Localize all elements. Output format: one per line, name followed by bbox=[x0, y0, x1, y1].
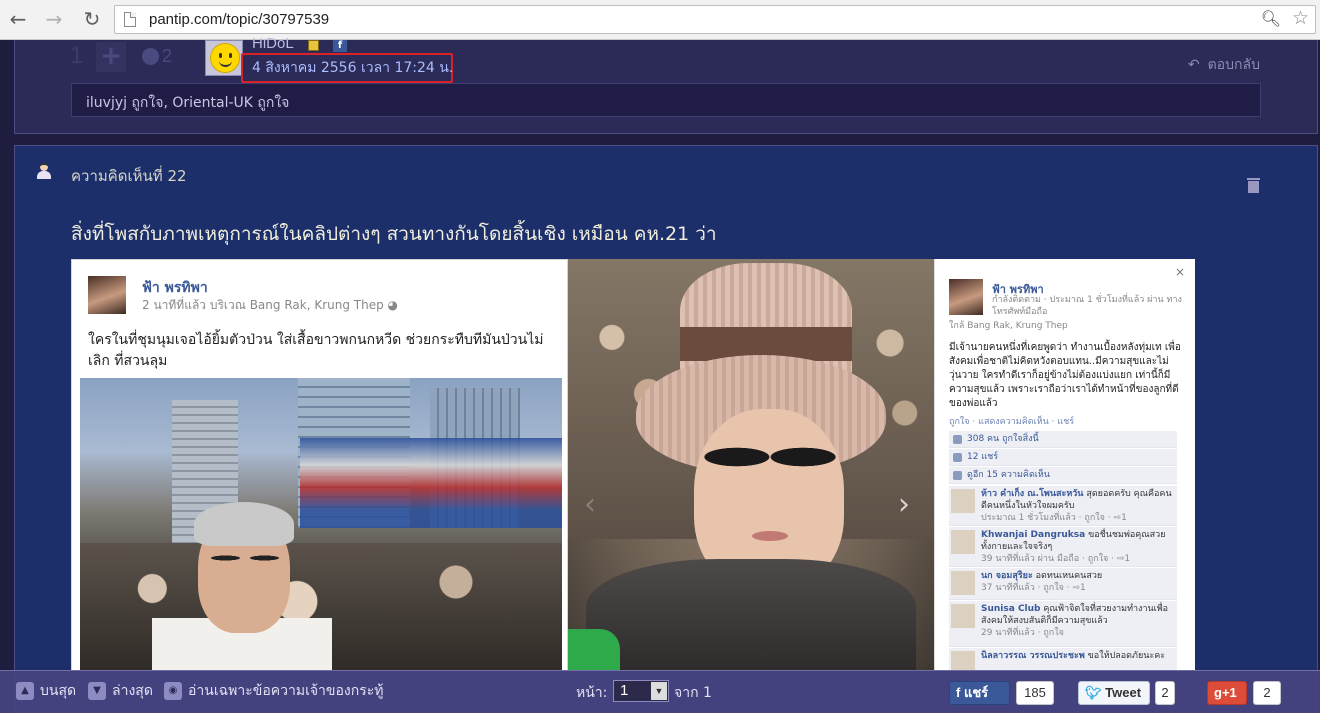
avatar bbox=[951, 604, 975, 628]
likers-text: iluvjyj ถูกใจ, Oriental-UK ถูกใจ bbox=[86, 95, 290, 111]
globe-icon: ◕ bbox=[387, 298, 399, 312]
vote-count: 1 bbox=[70, 42, 84, 69]
arrow-up-icon: ▲ bbox=[16, 682, 34, 700]
comment-icon bbox=[953, 471, 962, 480]
member-badge-icon bbox=[308, 40, 319, 51]
fb-likes-row: 308 คน ถูกใจสิ่งนี้ bbox=[949, 431, 1177, 448]
avatar bbox=[951, 530, 975, 554]
avatar bbox=[951, 651, 975, 671]
url-text[interactable]: pantip.com/topic/30797539 bbox=[149, 11, 329, 28]
avatar[interactable] bbox=[205, 40, 243, 76]
reply-arrow-icon: ↶ bbox=[1187, 57, 1200, 73]
page-icon bbox=[124, 12, 136, 27]
forward-arrow-icon[interactable]: → bbox=[42, 8, 66, 32]
fb-comment: นิลลาวรรณ วรรณประชะพ ขอให้ปลอดภัยนะคะ bbox=[949, 648, 1177, 671]
google-plus-icon: g bbox=[1214, 685, 1222, 700]
plus-vote-button[interactable]: + bbox=[96, 42, 126, 72]
close-icon: × bbox=[1174, 265, 1185, 279]
zoom-icon[interactable]: 🔍︎ bbox=[1261, 9, 1281, 28]
avatar bbox=[88, 276, 126, 314]
trash-icon[interactable] bbox=[1247, 177, 1260, 193]
page-total: จาก 1 bbox=[674, 685, 712, 701]
comment-text: สิ่งที่โพสกับภาพเหตุการณ์ในคลิปต่างๆ สวน… bbox=[71, 223, 717, 245]
share-icon bbox=[953, 453, 962, 462]
reply-button[interactable]: ↶ ตอบกลับ bbox=[1188, 54, 1260, 76]
bookmark-star-icon[interactable]: ☆ bbox=[1292, 7, 1309, 29]
reload-icon[interactable]: ↻ bbox=[80, 8, 104, 32]
back-arrow-icon[interactable]: ← bbox=[6, 8, 30, 32]
fb-post-actions: ถูกใจ · แสดงความคิดเห็น · แชร์ bbox=[949, 417, 1075, 427]
arrow-down-icon: ▼ bbox=[88, 682, 106, 700]
selfie-photo: ‹ › bbox=[568, 259, 934, 671]
page-label: หน้า: bbox=[576, 685, 608, 701]
facebook-share-count: 185 bbox=[1016, 681, 1054, 705]
fb-comment: นก จอมสุริยะ อดทนเหนคนสวย 37 นาทีที่แล้ว … bbox=[949, 568, 1177, 600]
reply-label: ตอบกลับ bbox=[1207, 57, 1260, 73]
chevron-down-icon: ▼ bbox=[651, 682, 667, 700]
embedded-image[interactable]: ฟ้า พรทิพา 2 นาทีที่แล้ว บริเวณ Bang Rak… bbox=[71, 259, 1195, 671]
avatar bbox=[949, 279, 983, 315]
address-bar[interactable]: pantip.com/topic/30797539 🔍︎ ☆ bbox=[114, 5, 1316, 34]
fb-post-meta: กำลังติดตาม · ประมาณ 1 ชั่วโมงที่แล้ว ผ่… bbox=[992, 295, 1182, 317]
tweet-button[interactable]: 🐦︎ Tweet bbox=[1078, 681, 1150, 705]
comment-timestamp: 4 สิงหาคม 2556 เวลา 17:24 น. bbox=[252, 60, 454, 76]
fb-post-right: × ฟ้า พรทิพา กำลังติดตาม · ประมาณ 1 ชั่ว… bbox=[934, 259, 1195, 671]
comment-number: ความคิดเห็นที่ 22 bbox=[71, 167, 187, 185]
thumbs-up-icon bbox=[953, 435, 962, 444]
emotion-icon[interactable] bbox=[142, 48, 159, 65]
chevron-right-icon: › bbox=[898, 487, 910, 522]
avatar bbox=[951, 571, 975, 595]
rally-photo bbox=[80, 378, 562, 671]
facebook-icon: f bbox=[333, 40, 347, 52]
fb-comments-row: ดูอีก 15 ความคิดเห็น bbox=[949, 467, 1177, 484]
page-select[interactable]: 1 ▼ bbox=[613, 680, 669, 702]
smiley-icon bbox=[210, 43, 240, 73]
likers-box: iluvjyj ถูกใจ, Oriental-UK ถูกใจ bbox=[71, 83, 1261, 117]
fb-post-meta: 2 นาทีที่แล้ว บริเวณ Bang Rak, Krung The… bbox=[142, 298, 399, 312]
fb-comment: ห้าว คำเก็ง ณ.โพนสะหวัน สุดยอดครับ คุณคื… bbox=[949, 486, 1177, 526]
fb-post-text: มีเจ้านายคนหนึ่งที่เคยพูดว่า ทำงานเบื้อง… bbox=[949, 342, 1181, 409]
filter-icon: ◉ bbox=[164, 682, 182, 700]
avatar bbox=[951, 489, 975, 513]
facebook-icon: f bbox=[956, 685, 961, 700]
facebook-share-button[interactable]: f แชร์ bbox=[949, 681, 1010, 705]
emotion-count: 2 bbox=[162, 46, 173, 66]
scroll-top-button[interactable]: ▲ บนสุด bbox=[16, 680, 76, 702]
fb-post-left: ฟ้า พรทิพา 2 นาทีที่แล้ว บริเวณ Bang Rak… bbox=[71, 259, 568, 671]
scroll-bottom-button[interactable]: ▼ ล่างสุด bbox=[88, 680, 153, 702]
fb-comment: Khwanjai Dangruksa ขอชื่นชมพ่อคุณสวยทั้ง… bbox=[949, 527, 1177, 567]
tweet-count: 2 bbox=[1155, 681, 1175, 705]
twitter-bird-icon: 🐦︎ bbox=[1085, 685, 1102, 700]
browser-toolbar: ← → ↻ pantip.com/topic/30797539 🔍︎ ☆ bbox=[0, 0, 1320, 40]
chevron-left-icon: ‹ bbox=[584, 487, 596, 522]
google-plus-count: 2 bbox=[1253, 681, 1281, 705]
fb-shares-row: 12 แชร์ bbox=[949, 449, 1177, 466]
fb-post-location: ใกล้ Bang Rak, Krung Thep bbox=[949, 321, 1068, 331]
username-link[interactable]: HiDoL bbox=[252, 38, 294, 51]
fb-post-caption: ใครในที่ชุมนุมเจอไอ้ยิ้มตัวป่วน ใส่เสื้อ… bbox=[88, 332, 544, 369]
owner-only-button[interactable]: ◉ อ่านเฉพาะข้อความเจ้าของกระทู้ bbox=[164, 680, 383, 702]
google-plus-button[interactable]: g+1 bbox=[1207, 681, 1247, 705]
user-icon bbox=[36, 163, 52, 179]
fb-comment: Sunisa Club คุณฟ้าจิตใจที่สวยงามทำงานเพื… bbox=[949, 601, 1177, 647]
